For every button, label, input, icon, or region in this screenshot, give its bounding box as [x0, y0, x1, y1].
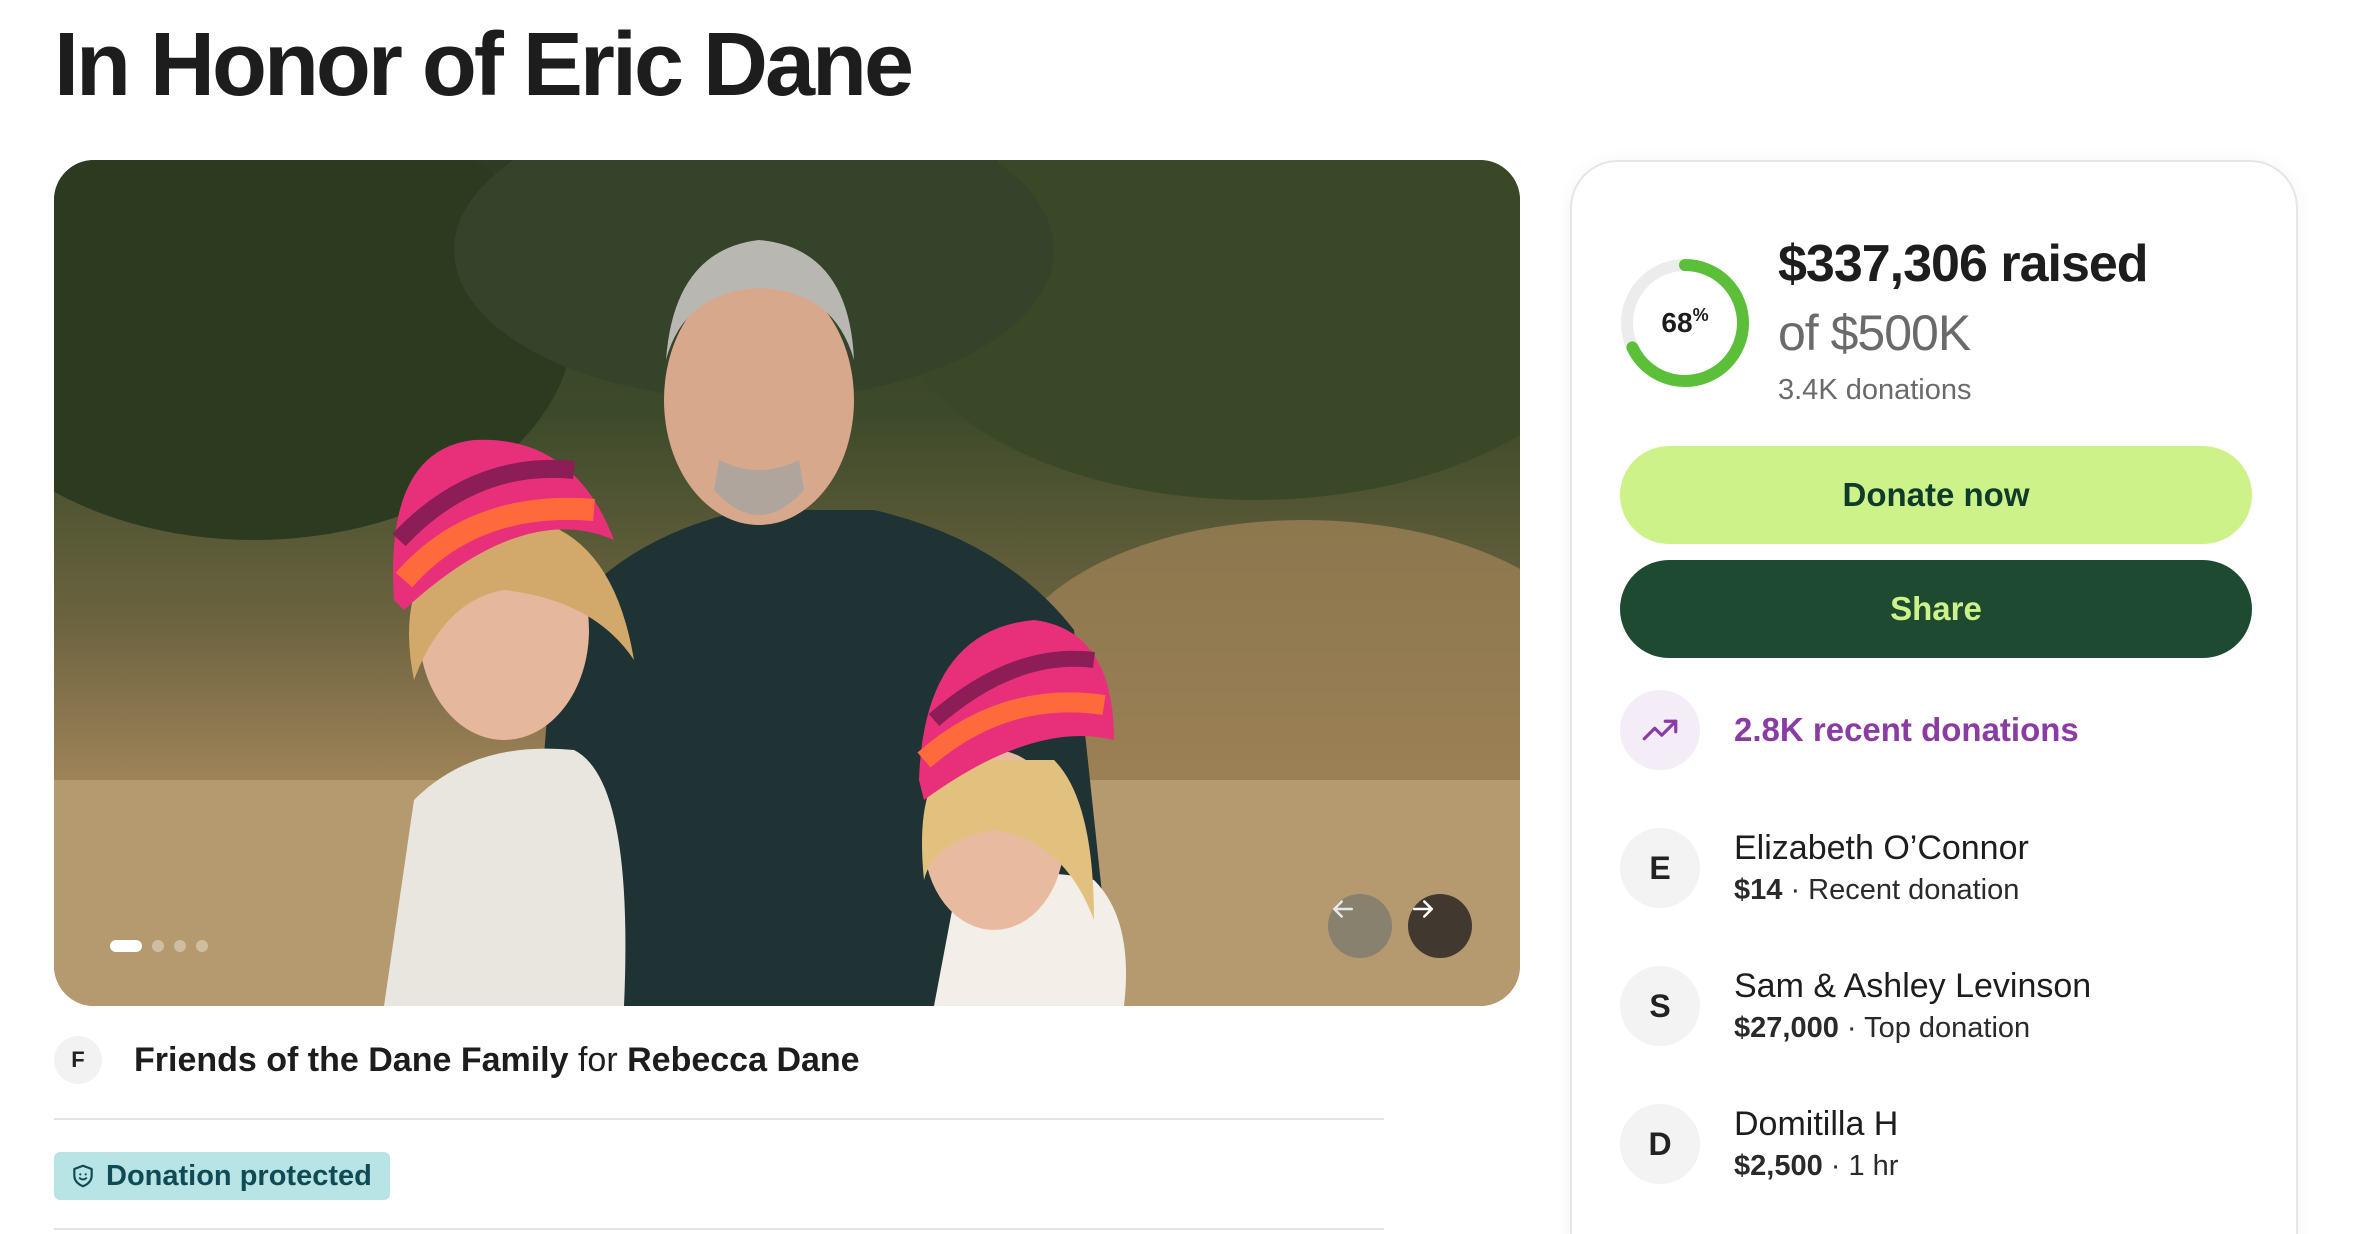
shield-icon — [73, 1164, 93, 1188]
organizer-line: F Friends of the Dane Family for Rebecca… — [54, 1036, 860, 1084]
trending-up-icon — [1642, 719, 1678, 741]
carousel-next-button[interactable] — [1408, 894, 1472, 958]
donor-name: Domitilla H — [1734, 1105, 1899, 1143]
progress-percent-value: 68 — [1661, 307, 1693, 338]
progress-percent: 68% — [1618, 256, 1752, 390]
page-title: In Honor of Eric Dane — [54, 15, 914, 115]
amount-raised: $337,306 raised — [1778, 235, 2149, 293]
donor-amount: $2,500 — [1734, 1150, 1823, 1182]
organizer-name[interactable]: Friends of the Dane Family — [134, 1041, 569, 1079]
donor-avatar: D — [1620, 1104, 1700, 1184]
family-photo — [54, 160, 1520, 1006]
arrow-right-icon — [1413, 900, 1433, 918]
carousel-dot[interactable] — [152, 940, 164, 952]
donation-sidebar-card: 68% $337,306 raised of $500K 3.4K donati… — [1570, 160, 2298, 1234]
carousel-dot[interactable] — [174, 940, 186, 952]
organizer-text: Friends of the Dane Family for Rebecca D… — [134, 1041, 860, 1080]
donor-detail: Top donation — [1864, 1012, 2031, 1044]
share-button[interactable]: Share — [1620, 560, 2252, 658]
goal-amount: of $500K — [1778, 305, 1971, 361]
recent-donations-row[interactable]: 2.8K recent donations — [1620, 690, 2079, 770]
donor-name: Elizabeth O’Connor — [1734, 829, 2029, 867]
donor-name: Sam & Ashley Levinson — [1734, 967, 2092, 1005]
carousel-dot-active[interactable] — [110, 940, 142, 952]
donor-item: E Elizabeth O’Connor $14 · Recent donati… — [1620, 826, 2029, 910]
donation-protected-badge[interactable]: Donation protected — [54, 1152, 390, 1200]
donor-detail: Recent donation — [1808, 874, 2020, 906]
donation-protected-label: Donation protected — [106, 1159, 372, 1192]
donor-detail: 1 hr — [1848, 1150, 1899, 1182]
donations-count: 3.4K donations — [1778, 374, 1972, 406]
hero-photo-carousel[interactable] — [54, 160, 1520, 1006]
donate-now-button[interactable]: Donate now — [1620, 446, 2252, 544]
donor-meta: $27,000 · Top donation — [1734, 1012, 2031, 1044]
beneficiary-name[interactable]: Rebecca Dane — [627, 1041, 859, 1079]
donor-meta: $2,500 · 1 hr — [1734, 1150, 1899, 1182]
donor-item: S Sam & Ashley Levinson $27,000 · Top do… — [1620, 964, 2091, 1048]
donor-meta: $14 · Recent donation — [1734, 874, 2020, 906]
recent-donations-label[interactable]: 2.8K recent donations — [1734, 711, 2079, 749]
donor-amount: $27,000 — [1734, 1012, 1839, 1044]
carousel-dot[interactable] — [196, 940, 208, 952]
arrow-left-icon — [1333, 900, 1353, 918]
donor-item: D Domitilla H $2,500 · 1 hr — [1620, 1102, 1898, 1186]
divider — [54, 1118, 1384, 1120]
carousel-indicators — [110, 940, 208, 952]
organizer-connector: for — [577, 1040, 618, 1079]
organizer-avatar: F — [54, 1036, 102, 1084]
donor-amount: $14 — [1734, 874, 1783, 906]
carousel-previous-button[interactable] — [1328, 894, 1392, 958]
divider — [54, 1228, 1384, 1230]
trending-badge — [1620, 690, 1700, 770]
donor-avatar: E — [1620, 828, 1700, 908]
progress-percent-sign: % — [1692, 304, 1709, 325]
donor-avatar: S — [1620, 966, 1700, 1046]
